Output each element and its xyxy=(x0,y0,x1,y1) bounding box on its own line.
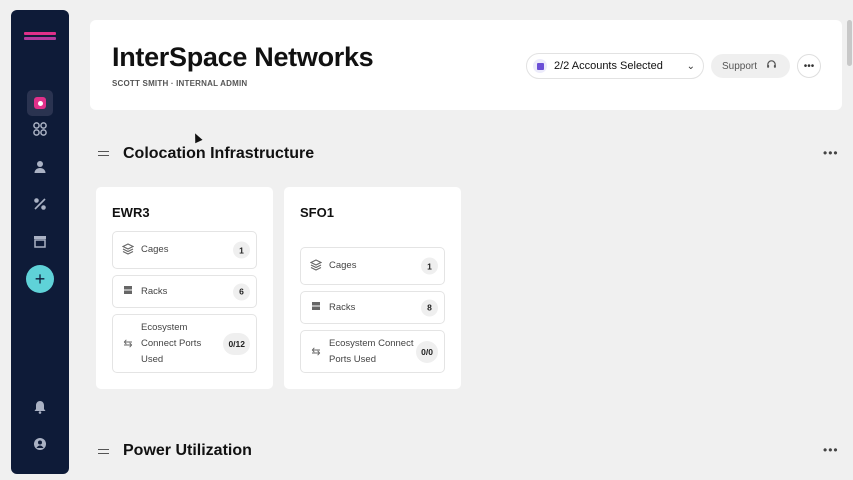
more-options-button[interactable]: ••• xyxy=(797,54,821,78)
cages-row[interactable]: Cages 1 xyxy=(112,231,257,269)
sidebar: + xyxy=(11,10,69,474)
ports-row[interactable]: ⇆ Ecosystem Connect Ports Used 0/0 xyxy=(300,330,445,373)
cages-count: 1 xyxy=(421,257,438,275)
user-role-label: SCOTT SMITH · INTERNAL ADMIN xyxy=(112,79,248,88)
swap-arrows-icon: ⇆ xyxy=(311,346,321,358)
support-label: Support xyxy=(722,60,758,72)
bell-icon[interactable] xyxy=(29,396,51,418)
cages-count: 1 xyxy=(233,241,250,259)
headset-icon xyxy=(766,59,777,73)
dashboard-icon[interactable] xyxy=(27,90,53,116)
accounts-icon xyxy=(533,59,547,73)
brand-logo[interactable] xyxy=(24,32,56,44)
server-icon xyxy=(121,285,135,298)
racks-count: 8 xyxy=(421,299,438,316)
site-name: SFO1 xyxy=(300,205,334,220)
racks-row[interactable]: Racks 8 xyxy=(300,291,445,324)
server-icon xyxy=(309,301,323,314)
site-name: EWR3 xyxy=(112,205,150,220)
layers-icon xyxy=(309,258,323,274)
swap-arrows-icon: ⇆ xyxy=(123,338,133,350)
cages-row[interactable]: Cages 1 xyxy=(300,247,445,285)
section-title-colocation: Colocation Infrastructure xyxy=(123,145,315,162)
racks-row[interactable]: Racks 6 xyxy=(112,275,257,308)
chevron-down-icon: ⌄ xyxy=(686,60,695,72)
support-button[interactable]: Support xyxy=(711,54,790,78)
ports-count: 0/0 xyxy=(416,340,438,363)
section-more-icon[interactable]: ••• xyxy=(823,146,839,160)
drag-handle-icon[interactable] xyxy=(98,151,109,156)
scrollbar[interactable] xyxy=(847,20,852,66)
page-title: InterSpace Networks xyxy=(112,42,374,72)
accounts-label: 2/2 Accounts Selected xyxy=(554,60,663,72)
site-card-ewr3[interactable]: EWR3 Cages 1 Racks 6 ⇆ Ecosystem Connect… xyxy=(96,187,273,389)
connections-icon[interactable] xyxy=(29,193,51,215)
page-header: InterSpace Networks SCOTT SMITH · INTERN… xyxy=(90,20,842,110)
racks-count: 6 xyxy=(233,283,250,300)
ports-label: Ecosystem Connect Ports Used xyxy=(329,337,414,365)
site-card-sfo1[interactable]: SFO1 Cages 1 Racks 8 ⇆ Ecosystem Connect… xyxy=(284,187,461,389)
racks-label: Racks xyxy=(141,285,168,297)
cages-label: Cages xyxy=(329,260,357,271)
drag-handle-icon[interactable] xyxy=(98,449,109,454)
ports-label: Ecosystem Connect Ports Used xyxy=(141,321,202,365)
user-icon[interactable] xyxy=(29,156,51,178)
ports-row[interactable]: ⇆ Ecosystem Connect Ports Used 0/12 xyxy=(112,314,257,373)
store-icon[interactable] xyxy=(29,230,51,252)
account-icon[interactable] xyxy=(29,433,51,455)
racks-label: Racks xyxy=(329,301,356,313)
section-more-icon[interactable]: ••• xyxy=(823,443,839,457)
add-icon[interactable]: + xyxy=(26,265,54,293)
apps-icon[interactable] xyxy=(29,118,51,140)
ports-count: 0/12 xyxy=(223,332,250,355)
section-title-power: Power Utilization xyxy=(123,442,252,459)
layers-icon xyxy=(121,242,135,258)
mouse-cursor xyxy=(191,131,203,144)
accounts-selector[interactable]: 2/2 Accounts Selected ⌄ xyxy=(526,53,704,79)
cages-label: Cages xyxy=(141,244,169,255)
